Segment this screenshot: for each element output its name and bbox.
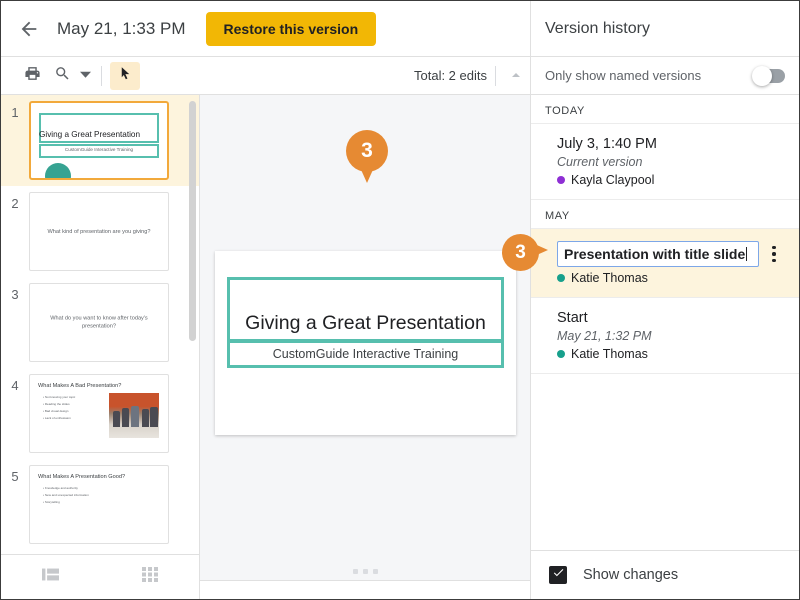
thumbnail-slide-5[interactable]: 5 What Makes A Presentation Good? Knowle… — [1, 459, 199, 550]
version-history-title: Version history — [531, 1, 799, 57]
checkmark-icon — [552, 566, 565, 584]
thumbnail-slide-1[interactable]: 1 Giving a Great Presentation CustomGuid… — [1, 95, 199, 186]
thumbnail-number: 1 — [11, 105, 19, 120]
collapse-button[interactable] — [504, 64, 528, 88]
toolbar-divider-2 — [495, 65, 496, 86]
thumbnail-heading: What Makes A Bad Presentation? — [38, 383, 122, 389]
show-changes-label: Show changes — [583, 567, 679, 583]
version-name-edit-row: Presentation with title slide — [557, 241, 785, 267]
slide-thumbnail-panel[interactable]: 1 Giving a Great Presentation CustomGuid… — [1, 95, 200, 554]
chevron-up-icon — [511, 67, 521, 85]
version-name-input[interactable]: Presentation with title slide — [557, 241, 759, 267]
thumbnail-card[interactable]: What Makes A Bad Presentation? Not knowi… — [29, 374, 169, 453]
version-name: July 3, 1:40 PM — [557, 136, 657, 152]
view-mode-bar — [1, 554, 200, 599]
group-label-today: TODAY — [531, 95, 799, 124]
thumbnail-subtitle: CustomGuide Interactive Training — [64, 147, 134, 152]
thumbnail-card[interactable]: What kind of presentation are you giving… — [29, 192, 169, 271]
back-button[interactable] — [9, 9, 49, 49]
thumbnail-heading: What Makes A Presentation Good? — [38, 474, 126, 480]
thumbnail-slide-4[interactable]: 4 What Makes A Bad Presentation? Not kno… — [1, 368, 199, 459]
print-icon — [24, 65, 41, 87]
thumbnail-card[interactable]: What do you want to know after today's p… — [29, 283, 169, 362]
more-vert-icon — [772, 245, 776, 250]
canvas-bottom-bar — [200, 580, 530, 599]
named-versions-label: Only show named versions — [545, 68, 702, 83]
thumbnail-text: What kind of presentation are you giving… — [47, 228, 151, 235]
thumbnail-number: 5 — [11, 469, 19, 484]
group-label-may: MAY — [531, 200, 799, 229]
thumbnail-card[interactable]: Giving a Great Presentation CustomGuide … — [29, 101, 169, 180]
version-subtext: Current version — [557, 155, 643, 169]
thumbnail-slide-2[interactable]: 2 What kind of presentation are you givi… — [1, 186, 199, 277]
zoom-button[interactable] — [47, 62, 77, 90]
filmstrip-view-icon — [42, 567, 59, 587]
callout-pin-3: 3 — [346, 130, 388, 172]
total-edits-label: Total: 2 edits — [414, 68, 487, 83]
author-color-dot — [557, 176, 565, 184]
cursor-select-icon — [118, 66, 133, 86]
grid-view-button[interactable] — [136, 565, 164, 589]
author-color-dot — [557, 274, 565, 282]
version-more-menu-button[interactable] — [763, 241, 785, 267]
version-name: Start — [557, 310, 588, 326]
arrow-left-icon — [18, 18, 40, 40]
thumbnail-photo — [109, 393, 159, 438]
print-button[interactable] — [17, 62, 47, 90]
version-history-panel: Version history Only show named versions… — [530, 1, 799, 599]
thumbnail-number: 3 — [11, 287, 19, 302]
author-name: Katie Thomas — [571, 271, 648, 285]
zoom-dropdown-button[interactable] — [77, 62, 93, 90]
version-item-current[interactable]: July 3, 1:40 PM Current version Kayla Cl… — [531, 124, 799, 200]
version-name-value: Presentation with title slide — [564, 246, 746, 262]
named-versions-toggle[interactable] — [752, 65, 785, 86]
author-name: Kayla Claypool — [571, 173, 655, 187]
version-author: Kayla Claypool — [557, 173, 785, 187]
top-bar: May 21, 1:33 PM Restore this version — [1, 1, 530, 57]
author-name: Katie Thomas — [571, 347, 648, 361]
show-changes-row[interactable]: Show changes — [530, 550, 799, 599]
thumbnail-number: 2 — [11, 196, 19, 211]
thumbnail-bullets: Knowledge and authority New and unexpect… — [43, 485, 89, 506]
thumbnail-title: Giving a Great Presentation — [39, 130, 141, 139]
thumbnail-card[interactable]: What Makes A Presentation Good? Knowledg… — [29, 465, 169, 544]
toggle-knob — [752, 65, 772, 86]
thumbnail-number: 4 — [11, 378, 19, 393]
version-author: Katie Thomas — [557, 347, 785, 361]
callout-bubble-3: 3 — [502, 234, 548, 271]
slide-title-text: Giving a Great Presentation — [245, 312, 486, 334]
toolbar: Total: 2 edits — [1, 57, 530, 95]
version-item-named[interactable]: Presentation with title slide Katie Thom… — [531, 229, 799, 298]
version-history-screen: May 21, 1:33 PM Restore this version Tot — [0, 0, 800, 600]
thumbnail-bullets: Not knowing your topic Reading the slide… — [43, 394, 75, 422]
drag-handle-icon[interactable] — [200, 569, 530, 574]
thumbnail-slide-3[interactable]: 3 What do you want to know after today's… — [1, 277, 199, 368]
version-item-start[interactable]: Start May 21, 1:32 PM Katie Thomas — [531, 298, 799, 374]
toolbar-divider-1 — [101, 65, 102, 86]
version-date-label: May 21, 1:33 PM — [57, 18, 186, 38]
show-changes-checkbox[interactable] — [549, 566, 567, 584]
select-tool-button[interactable] — [110, 61, 140, 90]
author-color-dot — [557, 350, 565, 358]
filmstrip-view-button[interactable] — [37, 565, 65, 589]
named-versions-toggle-row[interactable]: Only show named versions — [531, 57, 799, 95]
slide-subtitle-box[interactable]: CustomGuide Interactive Training — [227, 340, 504, 368]
text-cursor — [746, 247, 748, 261]
slide-preview[interactable]: Giving a Great Presentation CustomGuide … — [215, 251, 516, 435]
thumbnail-scrollbar[interactable] — [189, 101, 196, 341]
chevron-down-icon — [79, 67, 91, 85]
decorative-circle — [45, 163, 71, 178]
version-subtext: May 21, 1:32 PM — [557, 329, 652, 343]
slide-title-box[interactable]: Giving a Great Presentation — [227, 277, 504, 342]
grid-view-icon — [141, 567, 158, 587]
restore-version-button[interactable]: Restore this version — [205, 11, 377, 46]
zoom-icon — [54, 65, 71, 87]
slide-subtitle-text: CustomGuide Interactive Training — [272, 347, 459, 361]
thumbnail-text: What do you want to know after today's p… — [50, 315, 148, 330]
version-author: Katie Thomas — [557, 271, 785, 285]
